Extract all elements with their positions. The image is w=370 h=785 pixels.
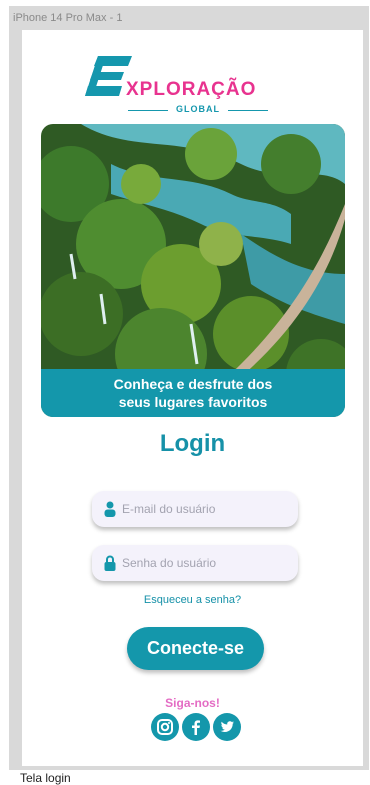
password-field[interactable]	[92, 545, 298, 581]
logo-rule-right	[228, 110, 268, 111]
frame-label: iPhone 14 Pro Max - 1	[13, 12, 123, 24]
hero-text-line-1: Conheça e desfrute dos	[113, 376, 273, 392]
logo-subtitle-text: GLOBAL	[176, 104, 220, 114]
phone-screen: XPLORAÇÃO GLOBAL Conheça e desfrute dos …	[22, 30, 363, 766]
frame-caption: Tela login	[20, 771, 71, 785]
logo-subtitle: GLOBAL	[128, 104, 268, 116]
social-links	[151, 713, 241, 743]
user-icon	[104, 501, 116, 517]
email-field[interactable]	[92, 491, 298, 527]
email-input[interactable]	[122, 502, 282, 516]
app-logo: XPLORAÇÃO GLOBAL	[84, 53, 304, 123]
design-canvas: iPhone 14 Pro Max - 1 XPLORAÇÃO GLOBAL C…	[0, 0, 370, 785]
forgot-password-link[interactable]: Esqueceu a senha?	[22, 594, 363, 606]
hero-banner: Conheça e desfrute dos seus lugares favo…	[41, 369, 345, 417]
twitter-icon[interactable]	[213, 713, 241, 741]
login-title: Login	[159, 430, 226, 457]
password-input[interactable]	[122, 556, 282, 570]
facebook-icon[interactable]	[182, 713, 210, 741]
login-button[interactable]: Conecte-se	[127, 627, 264, 670]
hero-image: Conheça e desfrute dos seus lugares favo…	[41, 124, 345, 417]
follow-us-label: Siga-nos!	[165, 696, 220, 710]
lock-icon	[104, 555, 116, 571]
hero-text-line-2: seus lugares favoritos	[118, 394, 268, 410]
logo-word: XPLORAÇÃO	[126, 79, 257, 100]
logo-rule-left	[128, 110, 168, 111]
instagram-icon[interactable]	[151, 713, 179, 741]
